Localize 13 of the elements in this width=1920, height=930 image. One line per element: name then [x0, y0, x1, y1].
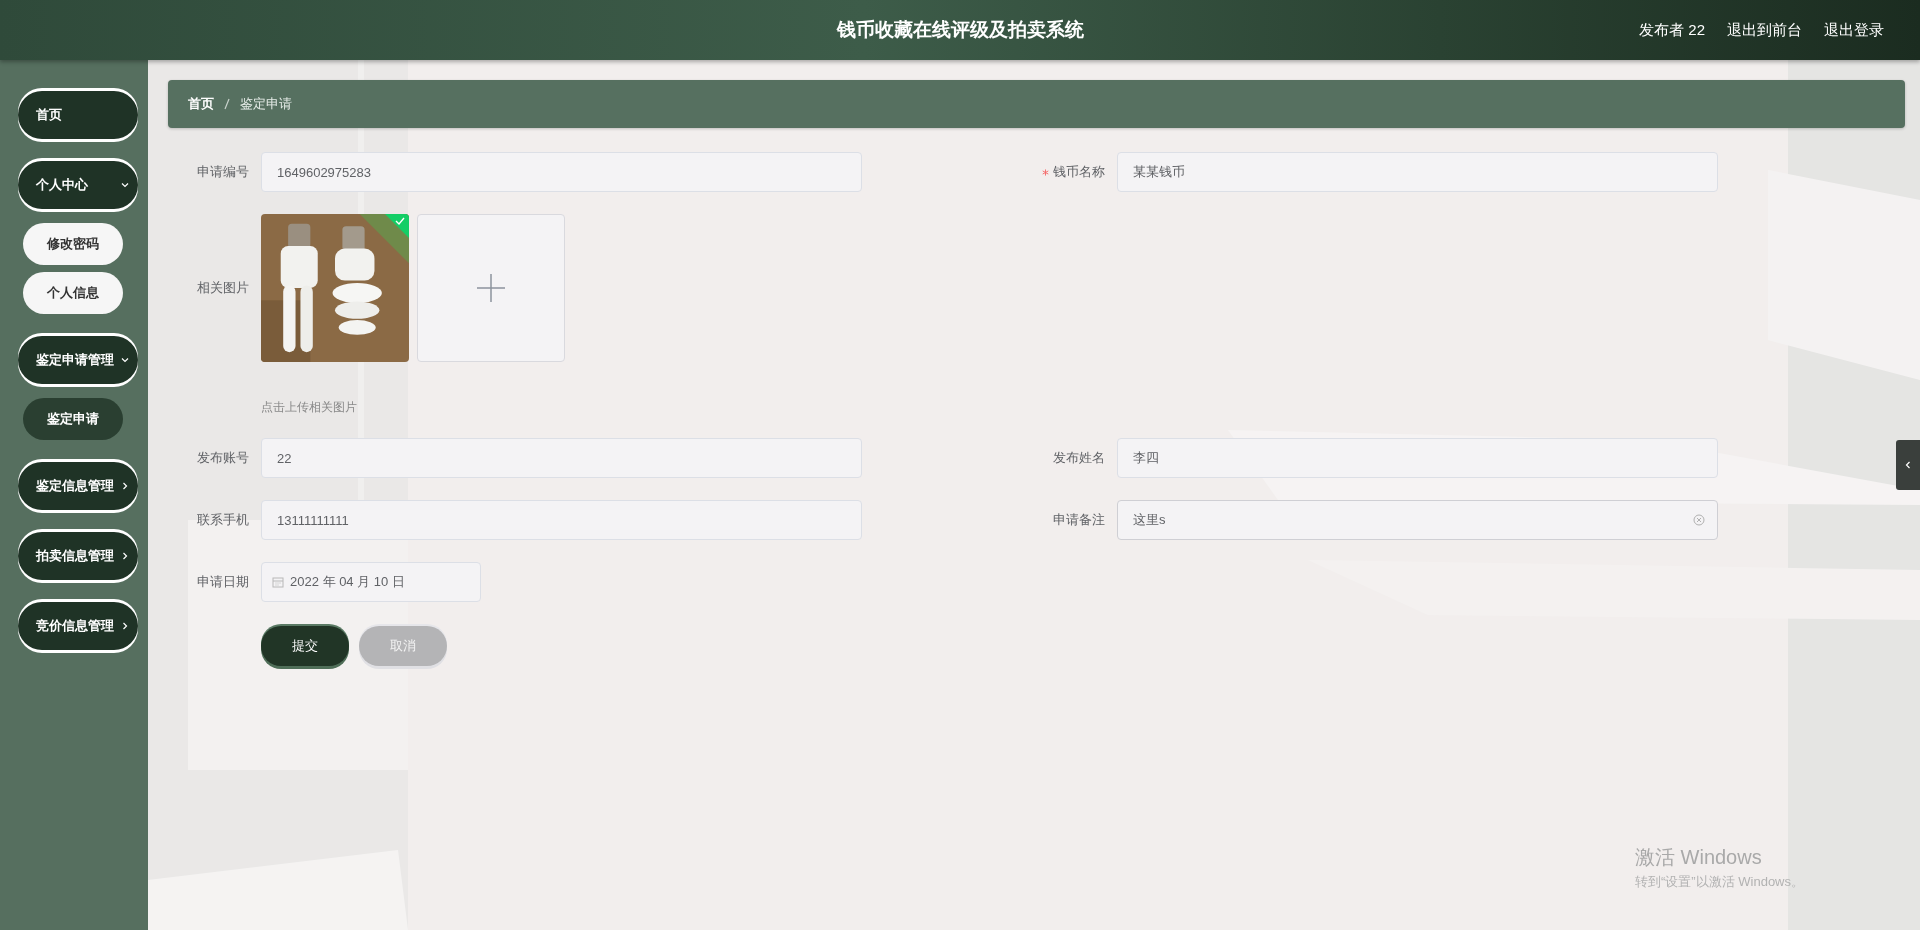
menu-item[interactable]: 竞价信息管理: [18, 602, 138, 650]
menu-item[interactable]: 个人中心: [18, 161, 138, 209]
header-link[interactable]: 退出登录: [1824, 20, 1884, 40]
menu-item[interactable]: 鉴定信息管理: [18, 462, 138, 510]
header-link[interactable]: 退出到前台: [1727, 20, 1802, 40]
menu-item[interactable]: 鉴定申请管理: [18, 336, 138, 384]
submenu-item[interactable]: 修改密码: [23, 223, 123, 265]
submenu-item[interactable]: 个人信息: [23, 272, 123, 314]
menu-item[interactable]: 首页: [18, 91, 138, 139]
app-title: 钱币收藏在线评级及拍卖系统: [836, 18, 1084, 42]
submenu-item[interactable]: 鉴定申请: [23, 398, 123, 440]
header-link[interactable]: 发布者 22: [1639, 20, 1705, 40]
menu-item[interactable]: 拍卖信息管理: [18, 532, 138, 580]
